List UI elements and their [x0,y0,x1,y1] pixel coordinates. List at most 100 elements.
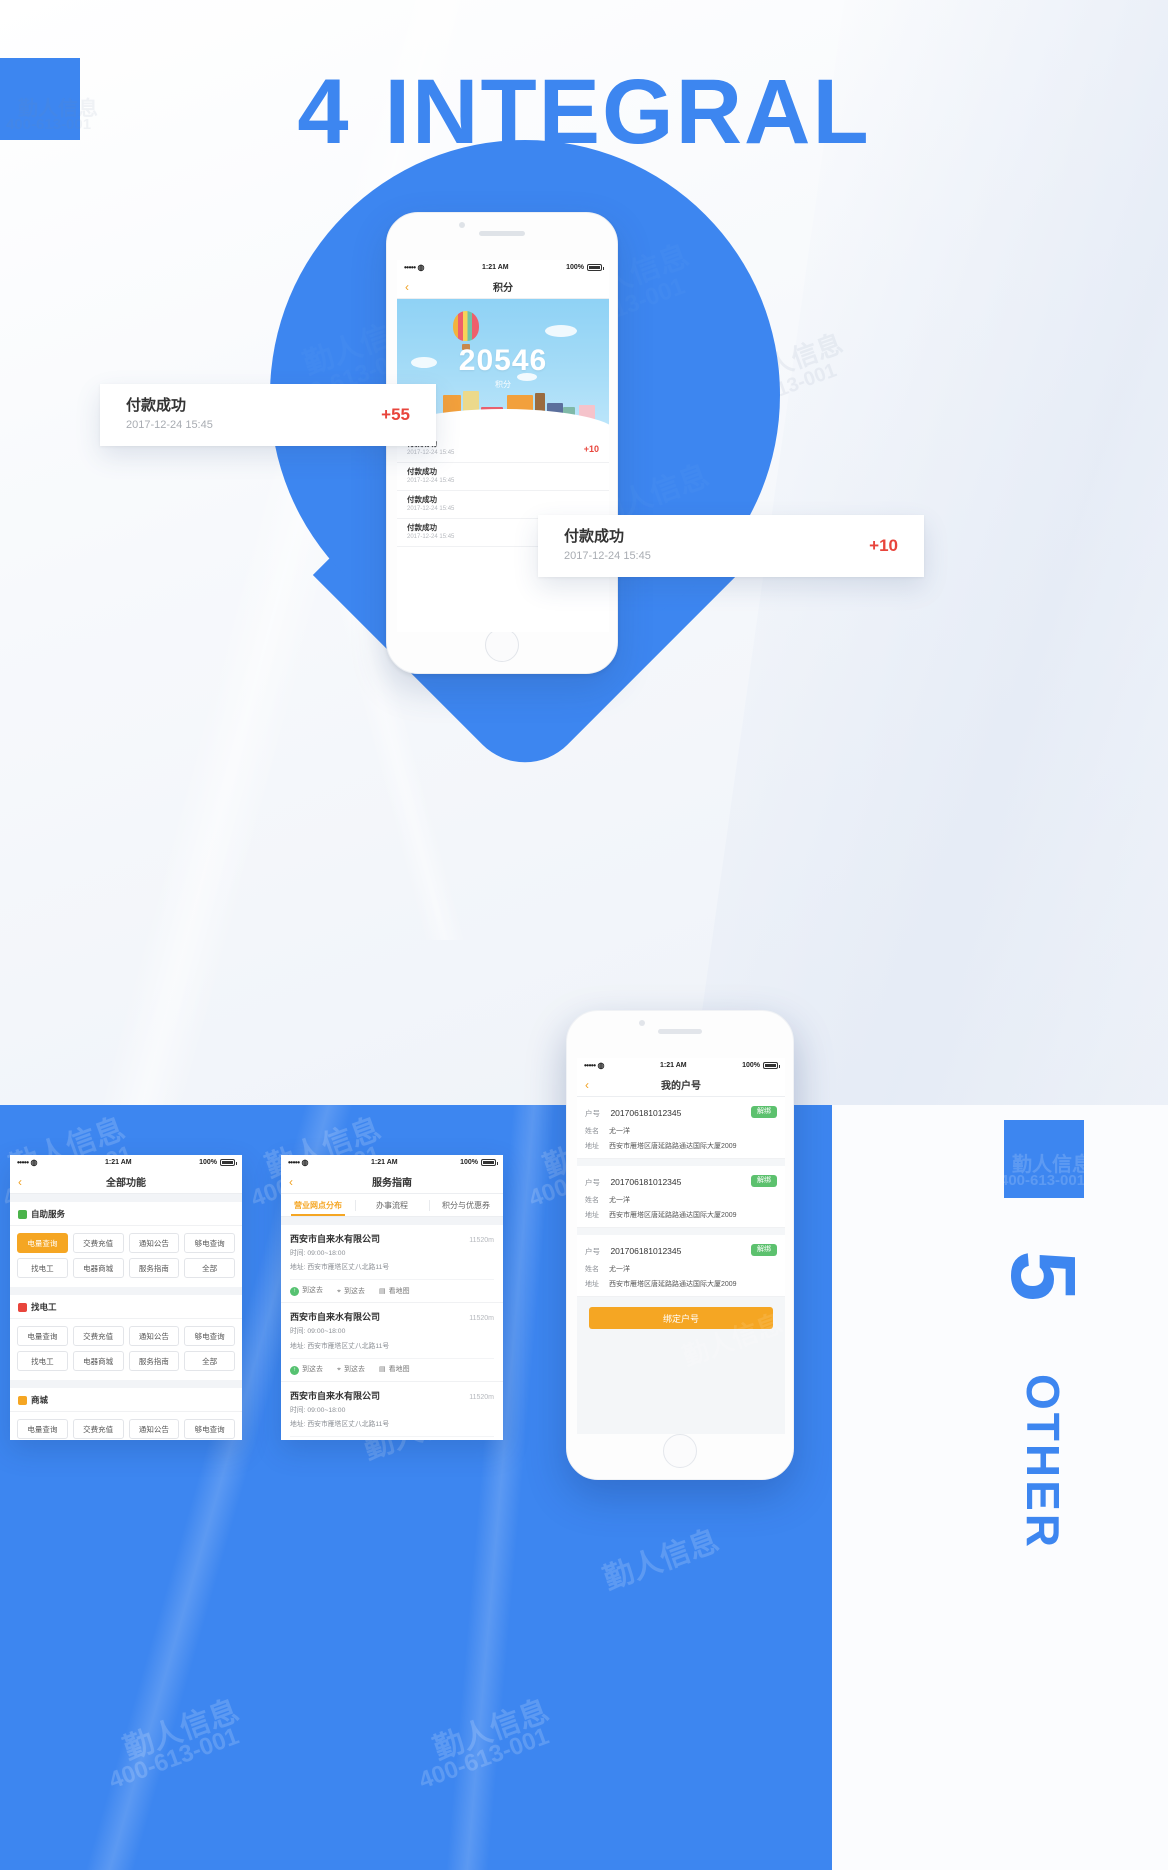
signal-icon: ••••• [584,1061,596,1070]
battery-percent: 100% [742,1062,760,1069]
callout-title: 付款成功 [564,528,625,546]
battery-percent: 100% [566,264,584,271]
name-value: 尤一洋 [609,1128,630,1135]
function-button[interactable]: 够电查询 [184,1419,235,1439]
page-title: 我的户号 [661,1081,701,1092]
navigate-drive-button[interactable]: ⌖ 到这去 [337,1364,365,1374]
account-number-label: 户号 [585,1109,600,1118]
nav-bar-all-functions: ‹ 全部功能 [10,1170,242,1194]
list-item[interactable]: 西安市自来水有限公司 11520m 时间: 09:00~18:00 地址: 西安… [281,1303,503,1382]
account-card[interactable]: 户号 201706181012345 解绑 姓名 尤一洋 地址 西安市雁塔区唐延… [577,1097,785,1159]
account-number-label: 户号 [585,1178,600,1187]
callout-amount: +55 [381,405,410,424]
function-button[interactable]: 电器商城 [72,1351,124,1371]
table-row[interactable]: 付款成功 2017-12-24 15:45 [397,463,609,491]
home-button[interactable] [485,628,519,662]
action-label: 到这去 [302,1365,323,1373]
screen-all-functions: ••••• ◍ 1:21 AM 100% ‹ 全部功能 自助服务 电量查询 交费… [10,1155,242,1440]
function-button[interactable]: 全部 [184,1258,235,1278]
unbind-button[interactable]: 解绑 [751,1243,777,1257]
cloud-icon-2 [545,325,577,337]
function-button[interactable]: 服务指南 [128,1258,180,1278]
earpiece-speaker [658,1029,702,1034]
function-button[interactable]: 交费充值 [72,1419,124,1439]
bind-account-button[interactable]: 绑定户号 [589,1307,773,1329]
group-header: 找电工 [10,1295,242,1319]
navigate-drive-button[interactable]: ⌖ 到这去 [337,1286,365,1296]
car-icon: ⌖ [337,1287,341,1295]
function-button[interactable]: 全部 [184,1351,235,1371]
status-bar-points: ••••• ◍ 1:21 AM 100% [397,260,609,275]
home-button[interactable] [663,1434,697,1468]
back-icon[interactable]: ‹ [18,1176,22,1188]
function-button[interactable]: 电量查询 [17,1419,68,1439]
signal-icon: ••••• [17,1158,29,1167]
name-value: 尤一洋 [609,1197,630,1204]
self-service-icon [18,1209,27,1219]
wifi-icon: ◍ [301,1158,309,1167]
page-title: 积分 [493,283,513,294]
group-header: 商城 [10,1388,242,1412]
function-button[interactable]: 交费充值 [72,1326,124,1346]
account-card[interactable]: 户号 201706181012345 解绑 姓名 尤一洋 地址 西安市雁塔区唐延… [577,1166,785,1228]
status-bar-my-account: ••••• ◍ 1:21 AM 100% [577,1058,785,1073]
function-button[interactable]: 找电工 [17,1351,68,1371]
function-button[interactable]: 够电查询 [184,1233,235,1253]
group-title: 找电工 [31,1302,57,1312]
tab-points-coupons[interactable]: 积分与优惠券 [429,1194,503,1216]
branch-address: 地址: 西安市雁塔区丈八北路11号 [290,1420,390,1428]
my-account-screen: ••••• ◍ 1:21 AM 100% ‹ 我的户号 户号 201706181… [577,1058,785,1434]
function-button[interactable]: 交费充值 [72,1233,124,1253]
txn-datetime: 2017-12-24 15:45 [407,477,455,484]
function-button[interactable]: 服务指南 [128,1351,180,1371]
branch-hours: 时间: 09:00~18:00 [290,1250,346,1257]
status-time: 1:21 AM [482,264,509,271]
status-time: 1:21 AM [371,1159,398,1166]
account-number-value: 201706181012345 [610,1177,682,1187]
function-button[interactable]: 通知公告 [128,1233,180,1253]
branch-actions: ↑到这去 ⌖到这去 ▤看地图 [290,1279,494,1297]
function-button[interactable]: 通知公告 [128,1419,180,1439]
battery-icon [763,1062,780,1069]
navigate-walk-button[interactable]: ↑ 到这去 [290,1285,323,1297]
group-title: 商城 [31,1395,49,1405]
navigate-walk-button[interactable]: ↑ 到这去 [290,1364,323,1375]
function-group: 找电工 电量查询 交费充值 通知公告 够电查询 找电工 电器商城 服务指南 全部 [10,1295,242,1380]
branch-hours: 时间: 09:00~18:00 [290,1406,346,1414]
view-map-button[interactable]: ▤ 看地图 [379,1286,410,1296]
function-button[interactable]: 电量查询 [17,1233,68,1253]
name-value: 尤一洋 [609,1266,630,1273]
top-section: 勤人信息 400-613-001 4INTEGRAL 勤人信息 400-613-… [0,0,1168,1105]
name-label: 姓名 [585,1197,599,1204]
action-label: 看地图 [388,1366,410,1374]
function-button-grid: 电量查询 交费充值 通知公告 够电查询 找电工 电器商城 服务指南 全部 [10,1319,242,1380]
back-icon[interactable]: ‹ [289,1176,293,1188]
function-button[interactable]: 电器商城 [72,1258,124,1278]
list-item[interactable]: 西安市自来水有限公司 11520m 时间: 09:00~18:00 地址: 西安… [281,1225,503,1304]
tab-process[interactable]: 办事流程 [355,1194,429,1216]
callout-card-1: 付款成功 2017-12-24 15:45 +55 [100,384,436,446]
status-time: 1:21 AM [105,1159,132,1166]
back-icon[interactable]: ‹ [585,1079,589,1091]
wifi-icon: ◍ [417,263,425,272]
callout-card-2: 付款成功 2017-12-24 15:45 +10 [538,515,924,577]
account-card[interactable]: 户号 201706181012345 解绑 姓名 尤一洋 地址 西安市雁塔区唐延… [577,1235,785,1297]
back-icon[interactable]: ‹ [405,281,409,293]
tab-branch-distribution[interactable]: 营业网点分布 [281,1194,355,1216]
headline-word-bottom: OTHER [1017,1374,1069,1550]
function-button[interactable]: 电量查询 [17,1326,68,1346]
poster-page: 勤人信息 400-613-001 4INTEGRAL 勤人信息 400-613-… [0,0,1168,1870]
function-button[interactable]: 找电工 [17,1258,68,1278]
car-icon: ⌖ [337,1366,341,1374]
function-button[interactable]: 够电查询 [184,1326,235,1346]
txn-title: 付款成功 [407,523,437,533]
section-divider [10,1380,242,1388]
map-icon: ▤ [378,1287,386,1295]
unbind-button[interactable]: 解绑 [751,1174,777,1188]
function-button[interactable]: 通知公告 [128,1326,180,1346]
screen-service-guide: ••••• ◍ 1:21 AM 100% ‹ 服务指南 营业网点分布 办事流程 … [281,1155,503,1440]
list-item[interactable]: 西安市自来水有限公司 11520m 时间: 09:00~18:00 地址: 西安… [281,1381,503,1440]
page-title: 服务指南 [372,1178,412,1189]
view-map-button[interactable]: ▤ 看地图 [379,1364,410,1374]
unbind-button[interactable]: 解绑 [751,1105,777,1119]
